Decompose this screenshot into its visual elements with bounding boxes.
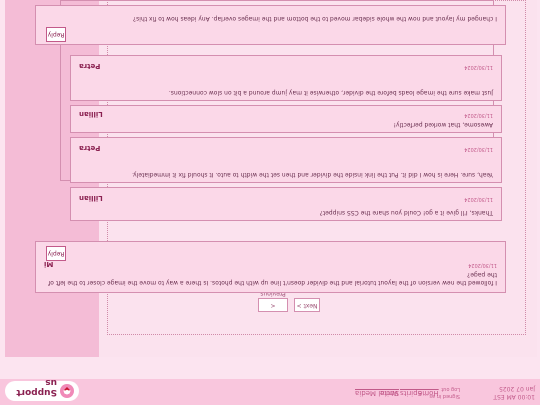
reply-button[interactable]: Reply xyxy=(46,27,66,42)
signed-in-text: Signed in as ... xyxy=(423,393,460,399)
reply-body: Awesome, that worked perfectly! xyxy=(393,121,493,128)
reply-post: Yeah, sure. Here is how I did it. Put th… xyxy=(70,137,502,183)
reply-post: Awesome, that worked perfectly! Lillian … xyxy=(70,105,502,133)
post-body: I followed the new version of the layout… xyxy=(48,271,497,286)
reply-date: 11/30/2024 xyxy=(464,64,493,70)
reply-date: 11/30/2024 xyxy=(464,112,493,118)
reply-author: Petra xyxy=(79,62,101,70)
top-bar: Support us Home Spirits Write Social Med… xyxy=(0,377,540,405)
page: Support us Home Spirits Write Social Med… xyxy=(0,0,540,405)
reply-author: Petra xyxy=(79,144,101,152)
logo-label: Support us xyxy=(16,377,57,397)
nav-social-media[interactable]: Social Media xyxy=(355,389,399,397)
post-body: I changed my layout and now the whole si… xyxy=(132,15,497,22)
reply-body: Yeah, sure. Here is how I did it. Put th… xyxy=(132,171,493,178)
reply-date: 11/30/2024 xyxy=(464,196,493,202)
post-date: 11/30/2024 xyxy=(468,262,497,268)
reply-author: Lillian xyxy=(79,110,103,118)
date-text: Jan 07 2025 xyxy=(499,385,535,392)
nav-spirits[interactable]: Spirits xyxy=(400,389,422,397)
logout-link[interactable]: Log out xyxy=(423,385,460,392)
support-us-button[interactable]: Support us xyxy=(5,377,79,401)
time-text: 10:00 AM EST xyxy=(493,393,535,400)
reply-body: Just make sure the image loads before th… xyxy=(168,89,493,96)
account-info: Signed in as ... Log out xyxy=(423,385,460,399)
post-second: Reply I changed my layout and now the wh… xyxy=(35,5,506,45)
previous-page-button[interactable]: < Previous xyxy=(258,290,288,312)
next-page-button[interactable]: Next > xyxy=(294,298,320,312)
post-author: Mi xyxy=(44,260,54,268)
cloud-heart-icon xyxy=(60,384,74,398)
date-time: 10:00 AM EST Jan 07 2025 xyxy=(493,384,535,400)
reply-post: Thanks, I'll give it a go! Could you sha… xyxy=(70,187,502,221)
reply-body: Thanks, I'll give it a go! Could you sha… xyxy=(319,209,493,216)
reply-post: Just make sure the image loads before th… xyxy=(70,55,502,101)
post-main: I followed the new version of the layout… xyxy=(35,241,506,293)
reply-date: 11/30/2024 xyxy=(464,146,493,152)
reply-author: Lillian xyxy=(79,194,103,202)
reply-button[interactable]: Reply xyxy=(46,246,66,261)
